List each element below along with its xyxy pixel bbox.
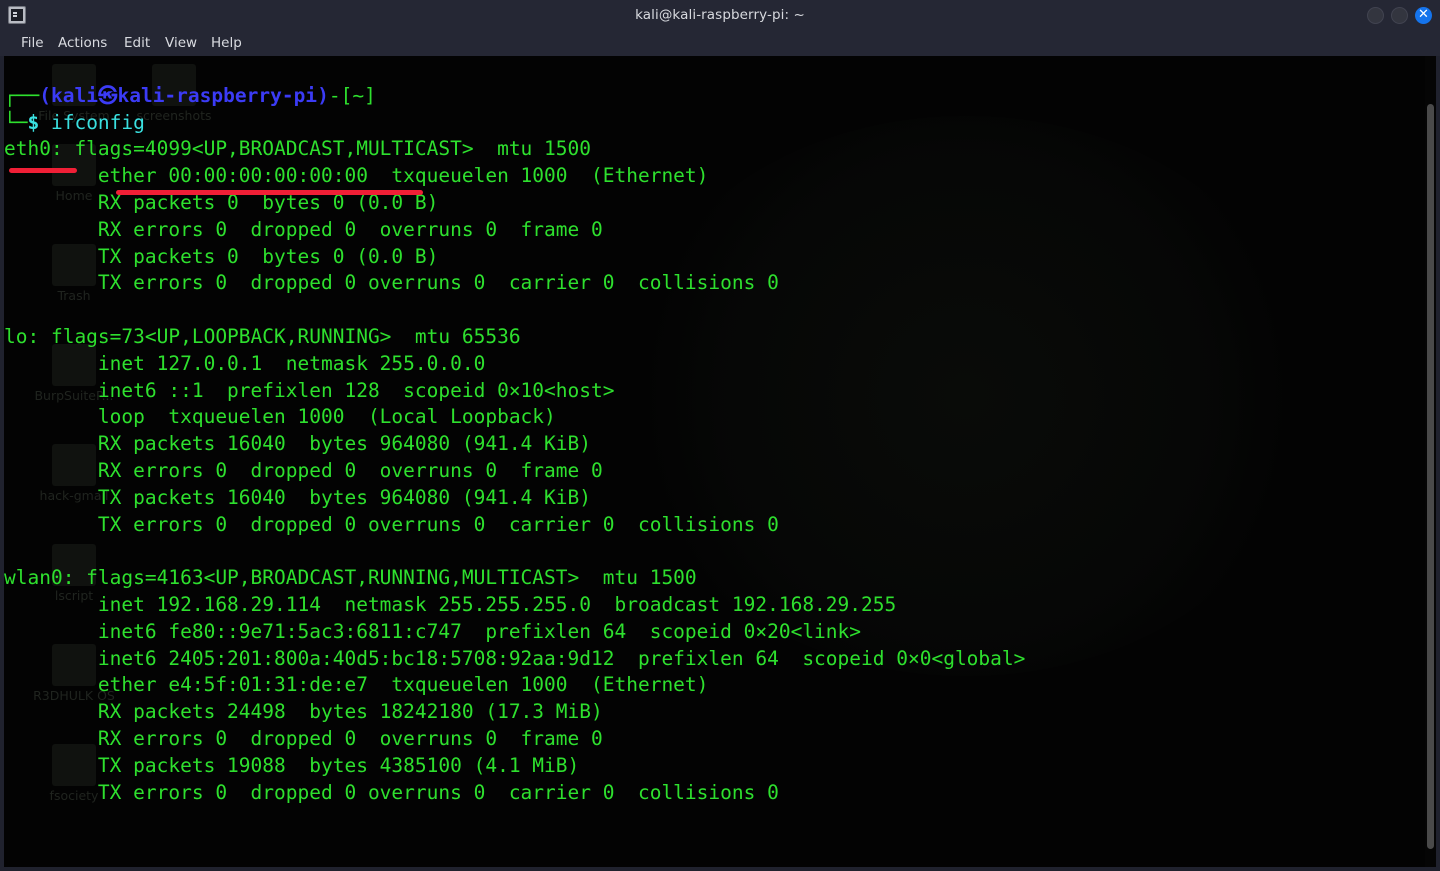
terminal-output-line: wlan0: flags=4163<UP,BROADCAST,RUNNING,M… [4,566,697,590]
close-button[interactable]: ✕ [1415,7,1432,24]
window-title: kali@kali-raspberry-pi: ~ [635,7,805,23]
terminal-output-line: loop txqueuelen 1000 (Local Loopback) [4,405,556,429]
kali-logo-icon: ㉿ [97,83,118,107]
scrollbar-thumb[interactable] [1427,104,1434,849]
menu-item-view[interactable]: View [158,30,204,56]
prompt-bracket-close: ] [364,83,376,107]
maximize-button[interactable] [1391,7,1408,24]
close-icon: ✕ [1418,7,1429,22]
terminal-output-line: TX packets 19088 bytes 4385100 (4.1 MiB) [4,753,580,777]
prompt-paren-close: ) [317,83,329,107]
terminal-output-line: TX packets 0 bytes 0 (0.0 B) [4,244,439,268]
terminal-output-line: TX errors 0 dropped 0 overruns 0 carrier… [4,271,779,295]
terminal-output-line: ether e4:5f:01:31:de:e7 txqueuelen 1000 … [4,673,709,697]
prompt-box-bottom: └─ [4,110,28,134]
prompt-line-command: └─$ ifconfig [4,110,1436,137]
terminal-output-line: inet6 2405:201:800a:40d5:bc18:5708:92aa:… [4,646,1026,670]
menu-item-help[interactable]: Help [204,30,249,56]
underline-ether-mac [116,190,423,195]
prompt-dollar: $ [27,110,40,134]
terminal-content-area[interactable]: File System screenshots Home Trash BurpSuite… [4,56,1436,867]
terminal-output-line: TX errors 0 dropped 0 overruns 0 carrier… [4,512,779,536]
terminal-output-line: inet 127.0.0.1 netmask 255.0.0.0 [4,351,486,375]
prompt-bracket-open: [ [340,83,353,107]
prompt-dash: - [328,83,341,107]
terminal-output-line: TX packets 16040 bytes 964080 (941.4 KiB… [4,485,591,509]
terminal-output-line: ether 00:00:00:00:00:00 txqueuelen 1000 … [4,164,709,188]
prompt-paren-open: ( [39,83,51,107]
command-text: ifconfig [39,110,145,134]
prompt-user: kali [50,83,98,107]
window-titlebar: kali@kali-raspberry-pi: ~ ✕ [0,0,1440,30]
prompt-line-top: ┌──(kali㉿kali-raspberry-pi)-[~] [4,83,1436,110]
menu-bar: File Actions Edit View Help [0,30,1440,56]
prompt-box-top: ┌── [4,83,40,107]
prompt-host: kali-raspberry-pi [117,83,318,107]
terminal-output-line: lo: flags=73<UP,LOOPBACK,RUNNING> mtu 65… [4,324,521,348]
terminal-output-line: TX errors 0 dropped 0 overruns 0 carrier… [4,780,779,804]
menu-item-edit[interactable]: Edit [117,30,157,56]
underline-eth0 [9,168,77,173]
terminal-output-line: inet6 fe80::9e71:5ac3:6811:c747 prefixle… [4,619,862,643]
menu-item-actions[interactable]: Actions [51,30,114,56]
terminal-output-line: eth0: flags=4099<UP,BROADCAST,MULTICAST>… [4,137,591,161]
terminal-text: ┌──(kali㉿kali-raspberry-pi)-[~] └─$ ifcon… [4,56,1436,806]
terminal-output-line: RX packets 24498 bytes 18242180 (17.3 Mi… [4,700,603,724]
terminal-output-line: RX errors 0 dropped 0 overruns 0 frame 0 [4,726,603,750]
terminal-output-line: RX errors 0 dropped 0 overruns 0 frame 0 [4,217,603,241]
minimize-button[interactable] [1367,7,1384,24]
terminal-output-line: inet6 ::1 prefixlen 128 scopeid 0×10<hos… [4,378,615,402]
vertical-scrollbar[interactable] [1425,56,1436,867]
menu-item-file[interactable]: File [14,30,51,56]
prompt-path: ~ [352,83,365,107]
terminal-output-line: inet 192.168.29.114 netmask 255.255.255.… [4,592,897,616]
terminal-output-line: RX errors 0 dropped 0 overruns 0 frame 0 [4,458,603,482]
terminal-window: kali@kali-raspberry-pi: ~ ✕ File Actions E… [0,0,1440,871]
terminal-output-line: RX packets 16040 bytes 964080 (941.4 KiB… [4,432,591,456]
